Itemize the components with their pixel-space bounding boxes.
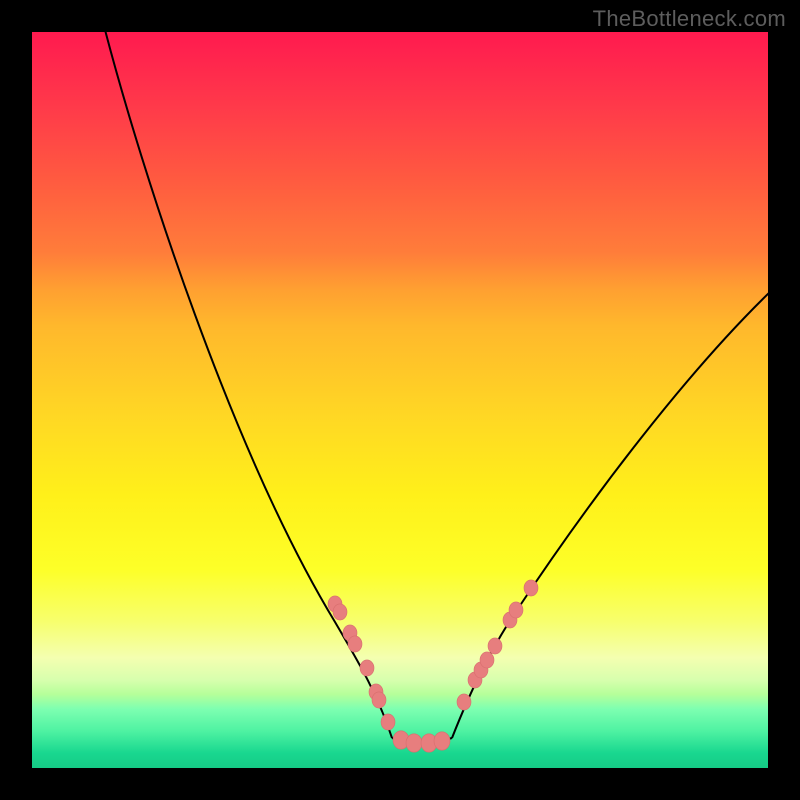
curve-marker — [343, 625, 357, 641]
curve-marker — [372, 692, 386, 708]
curve-right-path — [452, 290, 768, 738]
curve-marker — [369, 684, 383, 700]
curve-marker — [348, 636, 362, 652]
curve-marker — [434, 732, 450, 750]
curve-marker — [503, 612, 517, 628]
curve-marker — [480, 652, 494, 668]
curve-marker — [421, 734, 437, 752]
curve-marker — [474, 662, 488, 678]
curve-marker — [406, 734, 422, 752]
watermark-text: TheBottleneck.com — [593, 6, 786, 32]
curve-marker — [360, 660, 374, 676]
curve-bottom-path — [392, 738, 452, 743]
curve-marker — [381, 714, 395, 730]
curve-left-path — [104, 32, 392, 738]
curve-marker — [509, 602, 523, 618]
plot-area — [32, 32, 768, 768]
curve-marker — [333, 604, 347, 620]
curve-marker — [468, 672, 482, 688]
curve-svg — [32, 32, 768, 768]
curve-marker — [457, 694, 471, 710]
curve-marker — [328, 596, 342, 612]
curve-marker — [393, 731, 409, 749]
curve-marker — [524, 580, 538, 596]
markers-group — [328, 580, 538, 752]
chart-frame: TheBottleneck.com — [0, 0, 800, 800]
curve-marker — [488, 638, 502, 654]
